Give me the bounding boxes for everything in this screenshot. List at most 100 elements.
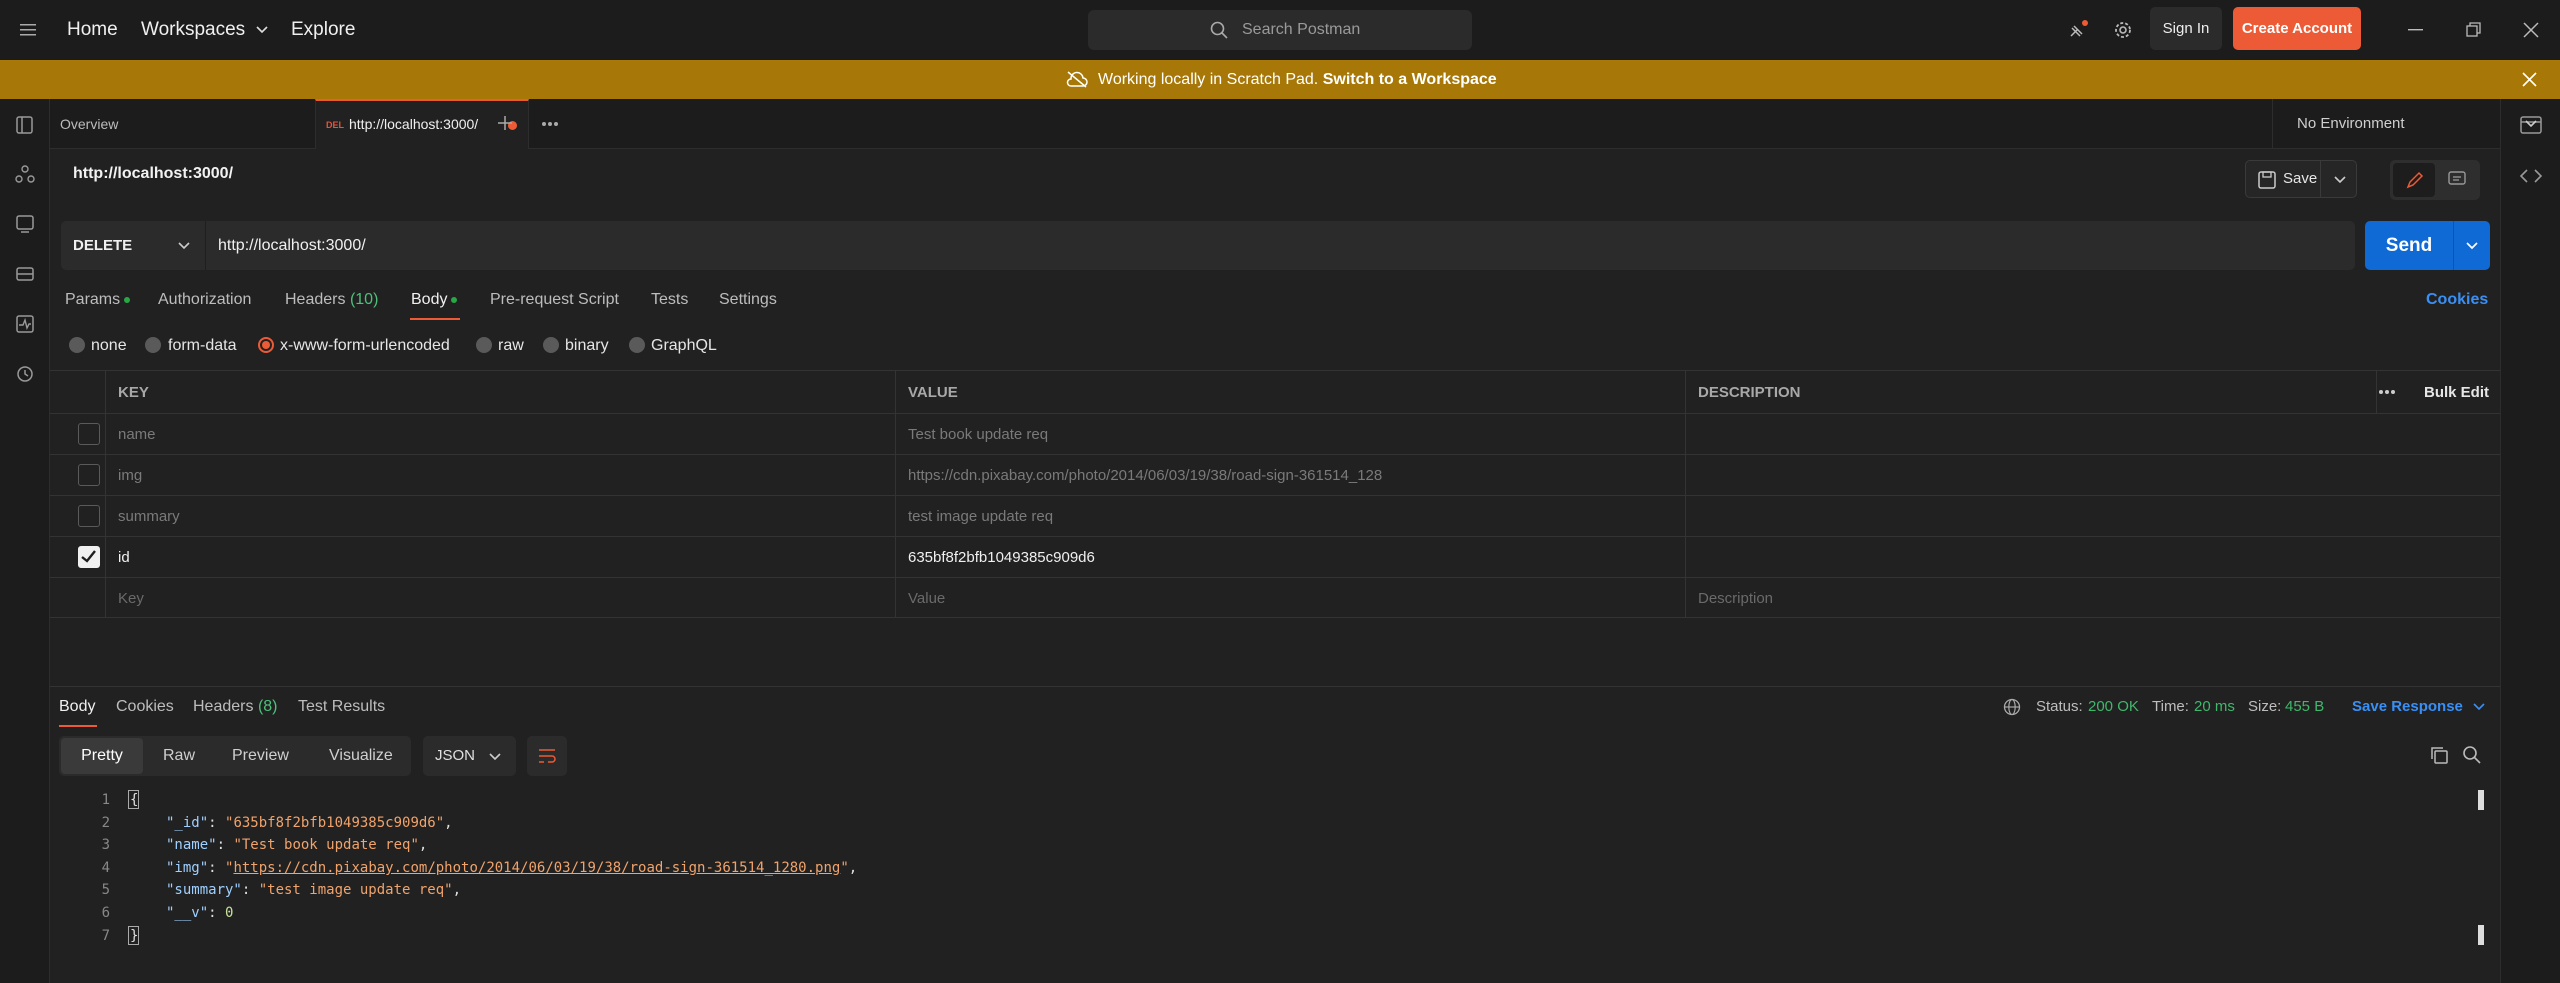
- row-checkbox-checked[interactable]: [78, 546, 100, 568]
- gear-icon[interactable]: [2112, 19, 2134, 41]
- scrollbar-top-marker[interactable]: [2478, 790, 2484, 810]
- satellite-icon[interactable]: [2068, 20, 2088, 40]
- new-description-field[interactable]: Description: [1685, 578, 2500, 617]
- more-tabs-icon[interactable]: [541, 121, 559, 127]
- view-preview[interactable]: Preview: [232, 736, 289, 776]
- radio-binary[interactable]: [543, 337, 559, 353]
- chevron-down-icon[interactable]: [2334, 176, 2346, 184]
- save-response-button[interactable]: Save Response: [2352, 698, 2485, 715]
- row-value[interactable]: Test book update req: [895, 414, 1685, 454]
- tab-params[interactable]: Params: [65, 291, 131, 309]
- send-label: Send: [2385, 235, 2433, 256]
- row-key[interactable]: name: [105, 414, 895, 454]
- row-key[interactable]: id: [105, 537, 895, 577]
- more-options-icon[interactable]: [2378, 389, 2396, 395]
- header-divider: [2376, 371, 2377, 414]
- sign-in-button[interactable]: Sign In: [2150, 7, 2222, 50]
- json-url-link[interactable]: https://cdn.pixabay.com/photo/2014/06/03…: [233, 860, 840, 876]
- mock-servers-icon[interactable]: [15, 214, 35, 234]
- search-response-icon[interactable]: [2462, 745, 2482, 765]
- row-description[interactable]: [1685, 537, 2500, 577]
- scrollbar-bottom-marker[interactable]: [2478, 925, 2484, 945]
- create-account-button[interactable]: Create Account: [2233, 7, 2361, 50]
- nav-home[interactable]: Home: [67, 0, 118, 60]
- save-button[interactable]: Save: [2245, 160, 2357, 198]
- response-tab-headers[interactable]: Headers (8): [193, 698, 278, 716]
- row-value[interactable]: test image update req: [895, 496, 1685, 536]
- view-raw[interactable]: Raw: [163, 736, 195, 776]
- bulk-edit-button[interactable]: Bulk Edit: [2424, 371, 2489, 414]
- save-label: Save: [2283, 170, 2318, 187]
- close-icon[interactable]: [2523, 22, 2539, 38]
- time-value[interactable]: 20 ms: [2194, 698, 2235, 715]
- nav-workspaces[interactable]: Workspaces: [141, 0, 269, 60]
- row-description[interactable]: [1685, 496, 2500, 536]
- response-tab-test-results[interactable]: Test Results: [298, 698, 385, 716]
- chevron-down-icon: [2473, 703, 2485, 711]
- view-visualize[interactable]: Visualize: [329, 736, 393, 776]
- comment-icon[interactable]: [2448, 171, 2466, 189]
- wrap-lines-button[interactable]: [527, 736, 567, 776]
- tab-overview[interactable]: Overview: [60, 99, 118, 149]
- radio-none[interactable]: [69, 337, 85, 353]
- radio-graphql[interactable]: [629, 337, 645, 353]
- row-description[interactable]: [1685, 455, 2500, 495]
- tab-tests[interactable]: Tests: [651, 291, 688, 309]
- response-divider[interactable]: [50, 686, 2500, 687]
- format-select[interactable]: JSON: [423, 736, 516, 776]
- apis-icon[interactable]: [15, 164, 35, 184]
- scratch-pad-banner: Working locally in Scratch Pad. Switch t…: [0, 60, 2560, 99]
- response-tab-cookies[interactable]: Cookies: [116, 698, 174, 716]
- size-value[interactable]: 455 B: [2285, 698, 2324, 715]
- request-title[interactable]: http://localhost:3000/: [73, 165, 233, 183]
- code-line-img: "img": "https://cdn.pixabay.com/photo/20…: [166, 860, 858, 876]
- collections-icon[interactable]: [15, 115, 35, 135]
- minimize-icon[interactable]: [2408, 28, 2424, 32]
- row-key[interactable]: img: [105, 455, 895, 495]
- tab-headers[interactable]: Headers (10): [285, 291, 378, 309]
- url-input[interactable]: http://localhost:3000/: [205, 221, 2355, 270]
- row-checkbox[interactable]: [78, 464, 100, 486]
- menu-icon[interactable]: [20, 22, 38, 38]
- environment-select[interactable]: No Environment: [2272, 99, 2550, 149]
- tab-prerequest-script[interactable]: Pre-request Script: [490, 291, 619, 309]
- globe-icon[interactable]: [2003, 698, 2021, 716]
- radio-raw[interactable]: [476, 337, 492, 353]
- send-button[interactable]: Send: [2365, 221, 2490, 270]
- response-tab-body[interactable]: Body: [59, 698, 95, 716]
- params-indicator: [124, 296, 131, 303]
- view-pretty[interactable]: Pretty: [61, 738, 143, 774]
- edit-mode-button[interactable]: [2393, 163, 2435, 197]
- radio-form-data[interactable]: [145, 337, 161, 353]
- environments-icon[interactable]: [15, 264, 35, 284]
- row-description[interactable]: [1685, 414, 2500, 454]
- tab-authorization[interactable]: Authorization: [158, 291, 251, 309]
- chevron-down-icon: [2525, 120, 2537, 128]
- code-icon[interactable]: [2520, 167, 2542, 185]
- row-key[interactable]: summary: [105, 496, 895, 536]
- tab-settings[interactable]: Settings: [719, 291, 777, 309]
- banner-close-icon[interactable]: [2522, 72, 2537, 87]
- row-checkbox[interactable]: [78, 505, 100, 527]
- nav-explore[interactable]: Explore: [291, 0, 355, 60]
- history-icon[interactable]: [15, 364, 35, 384]
- tab-body[interactable]: Body: [411, 291, 458, 309]
- new-tab-icon[interactable]: [497, 115, 513, 131]
- code-line-summary: "summary": "test image update req",: [166, 882, 462, 898]
- search-input[interactable]: Search Postman: [1088, 10, 1472, 50]
- radio-x-www-form-urlencoded[interactable]: [258, 337, 274, 353]
- new-key-field[interactable]: Key: [105, 578, 895, 617]
- row-value[interactable]: 635bf8f2bfb1049385c909d6: [895, 537, 1685, 577]
- copy-icon[interactable]: [2429, 745, 2449, 765]
- row-checkbox[interactable]: [78, 423, 100, 445]
- restore-icon[interactable]: [2466, 22, 2482, 38]
- status-value[interactable]: 200 OK: [2088, 698, 2139, 715]
- monitors-icon[interactable]: [15, 314, 35, 334]
- cookies-link[interactable]: Cookies: [2426, 291, 2488, 309]
- switch-workspace-link[interactable]: Switch to a Workspace: [1323, 71, 1497, 88]
- method-select[interactable]: DELETE: [61, 221, 205, 270]
- environment-label: No Environment: [2297, 115, 2405, 132]
- new-value-field[interactable]: Value: [895, 578, 1685, 617]
- row-value[interactable]: https://cdn.pixabay.com/photo/2014/06/03…: [895, 455, 1685, 495]
- chevron-down-icon[interactable]: [2466, 242, 2478, 250]
